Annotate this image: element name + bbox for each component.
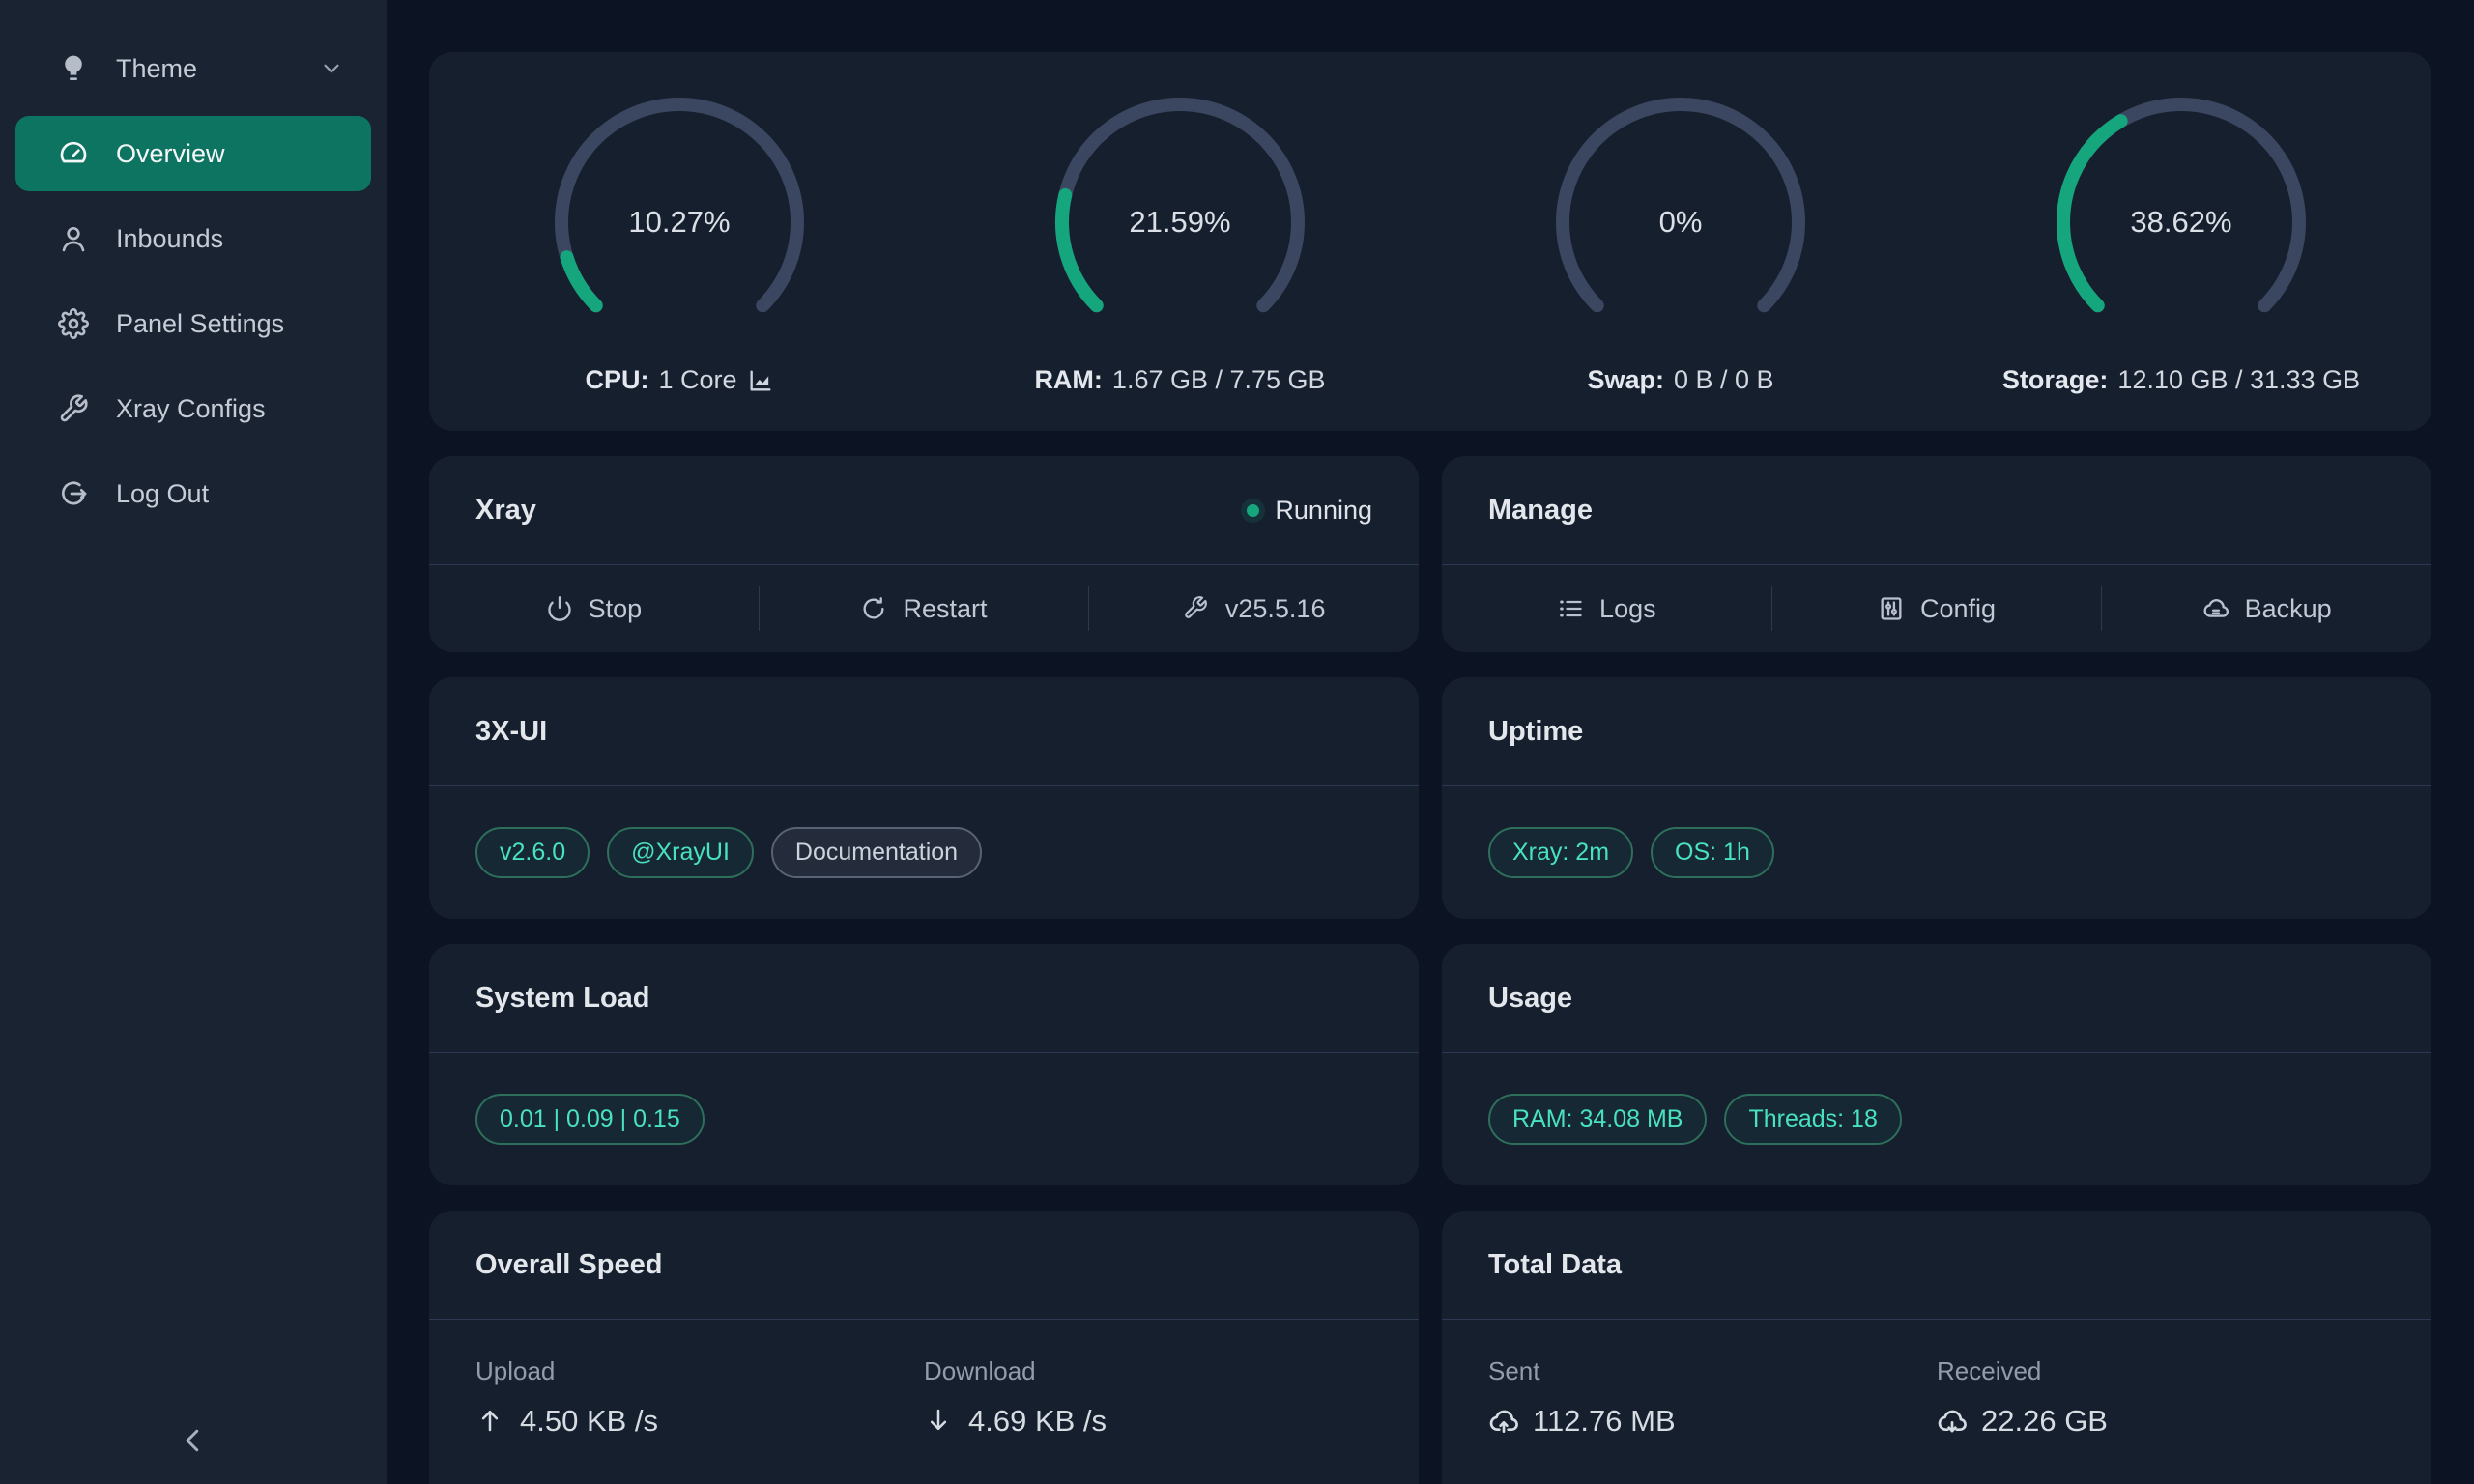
received-stat: Received 22.26 GB	[1937, 1356, 2385, 1439]
ram-percent: 21.59%	[1049, 91, 1311, 354]
area-chart-icon[interactable]	[747, 367, 774, 394]
config-button[interactable]: Config	[1772, 565, 2102, 652]
version-badge[interactable]: v2.6.0	[475, 827, 590, 878]
sliders-icon	[1878, 595, 1905, 622]
cpu-gauge: 10.27% CPU: 1 Core	[429, 52, 930, 431]
threads-badge: Threads: 18	[1724, 1094, 1901, 1145]
sidebar-item-label: Panel Settings	[116, 309, 284, 339]
backup-button[interactable]: Backup	[2102, 565, 2431, 652]
sidebar-item-label: Overview	[116, 139, 225, 169]
storage-percent: 38.62%	[2050, 91, 2313, 354]
sidebar-item-theme[interactable]: Theme	[15, 31, 371, 106]
storage-label: Storage: 12.10 GB / 31.33 GB	[2002, 365, 2360, 395]
user-icon	[58, 223, 89, 254]
dashboard-icon	[58, 138, 89, 169]
xui-card-title: 3X-UI	[475, 716, 547, 748]
xrayui-badge[interactable]: @XrayUI	[607, 827, 754, 878]
sidebar-item-label: Xray Configs	[116, 394, 266, 424]
xray-status-badge: Running	[1247, 496, 1372, 526]
os-uptime-badge: OS: 1h	[1651, 827, 1774, 878]
power-icon	[546, 595, 573, 622]
ram-label: RAM: 1.67 GB / 7.75 GB	[1034, 365, 1325, 395]
overall-speed-card-title: Overall Speed	[475, 1249, 662, 1281]
ram-usage-badge: RAM: 34.08 MB	[1488, 1094, 1707, 1145]
xray-uptime-badge: Xray: 2m	[1488, 827, 1633, 878]
arrow-down-icon	[924, 1406, 955, 1437]
refresh-icon	[860, 595, 887, 622]
sidebar-item-label: Theme	[116, 54, 197, 84]
upload-stat: Upload 4.50 KB /s	[475, 1356, 924, 1439]
usage-card-title: Usage	[1488, 983, 1572, 1014]
xui-card: 3X-UI v2.6.0 @XrayUI Documentation	[429, 677, 1419, 919]
swap-percent: 0%	[1549, 91, 1812, 354]
uptime-card: Uptime Xray: 2m OS: 1h	[1442, 677, 2431, 919]
uptime-card-title: Uptime	[1488, 716, 1583, 748]
cpu-label: CPU: 1 Core	[585, 365, 773, 395]
total-data-card-title: Total Data	[1488, 1249, 1622, 1281]
wrench-icon	[1183, 595, 1210, 622]
sidebar-item-log-out[interactable]: Log Out	[15, 456, 371, 531]
restart-button[interactable]: Restart	[760, 565, 1089, 652]
sidebar-item-label: Log Out	[116, 479, 209, 509]
chevron-down-icon	[319, 56, 344, 81]
total-data-card: Total Data Sent 112.76 MB	[1442, 1211, 2431, 1484]
bulb-icon	[58, 53, 89, 84]
download-stat: Download 4.69 KB /s	[924, 1356, 1372, 1439]
sent-stat: Sent 112.76 MB	[1488, 1356, 1937, 1439]
sidebar-item-label: Inbounds	[116, 224, 223, 254]
wrench-icon	[58, 393, 89, 424]
cloud-server-icon	[2202, 595, 2229, 622]
sidebar-collapse-button[interactable]	[0, 1423, 387, 1463]
manage-card: Manage Logs	[1442, 456, 2431, 652]
stop-button[interactable]: Stop	[429, 565, 759, 652]
storage-gauge: 38.62% Storage: 12.10 GB / 31.33 GB	[1931, 52, 2431, 431]
logout-icon	[58, 478, 89, 509]
system-load-card: System Load 0.01 | 0.09 | 0.15	[429, 944, 1419, 1185]
cloud-download-icon	[1937, 1406, 1968, 1437]
sidebar-item-inbounds[interactable]: Inbounds	[15, 201, 371, 276]
sidebar-item-panel-settings[interactable]: Panel Settings	[15, 286, 371, 361]
logs-button[interactable]: Logs	[1442, 565, 1771, 652]
xray-card: Xray Running Stop	[429, 456, 1419, 652]
system-gauges-card: 10.27% CPU: 1 Core 21.59%	[429, 52, 2431, 431]
sidebar-item-overview[interactable]: Overview	[15, 116, 371, 191]
swap-gauge: 0% Swap: 0 B / 0 B	[1430, 52, 1931, 431]
status-dot	[1247, 504, 1259, 517]
swap-label: Swap: 0 B / 0 B	[1587, 365, 1773, 395]
chevron-left-icon	[176, 1423, 211, 1463]
main-content: 10.27% CPU: 1 Core 21.59%	[387, 0, 2474, 1484]
overall-speed-card: Overall Speed Upload 4.50 KB /s Download	[429, 1211, 1419, 1484]
list-icon	[1557, 595, 1584, 622]
cloud-upload-icon	[1488, 1406, 1519, 1437]
arrow-up-icon	[475, 1406, 506, 1437]
cpu-percent: 10.27%	[548, 91, 811, 354]
load-average-badge: 0.01 | 0.09 | 0.15	[475, 1094, 705, 1145]
xray-version-button[interactable]: v25.5.16	[1089, 565, 1419, 652]
sidebar-item-xray-configs[interactable]: Xray Configs	[15, 371, 371, 446]
documentation-badge[interactable]: Documentation	[771, 827, 982, 878]
ram-gauge: 21.59% RAM: 1.67 GB / 7.75 GB	[930, 52, 1430, 431]
system-load-card-title: System Load	[475, 983, 650, 1014]
manage-card-title: Manage	[1488, 495, 1593, 527]
sidebar: Theme Overview Inbounds	[0, 0, 387, 1484]
gear-icon	[58, 308, 89, 339]
usage-card: Usage RAM: 34.08 MB Threads: 18	[1442, 944, 2431, 1185]
xray-card-title: Xray	[475, 495, 536, 527]
